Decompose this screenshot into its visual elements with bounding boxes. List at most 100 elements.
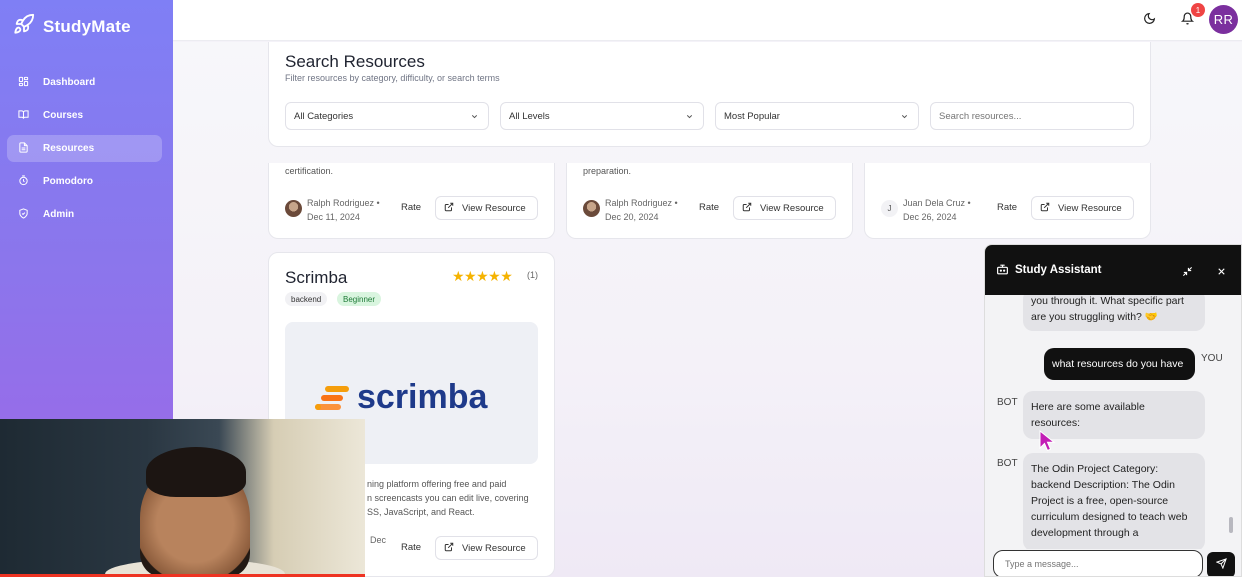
send-button[interactable] bbox=[1207, 552, 1235, 576]
page-title: Search Resources bbox=[285, 52, 425, 71]
external-link-icon bbox=[742, 202, 752, 215]
message-line: resources: bbox=[1031, 417, 1081, 429]
send-icon bbox=[1215, 556, 1227, 574]
search-card: Search Resources Filter resources by cat… bbox=[268, 42, 1151, 147]
author-avatar bbox=[285, 200, 302, 217]
mouse-cursor-icon bbox=[1039, 429, 1057, 457]
message-line: are you struggling with? 🤝 bbox=[1031, 311, 1158, 323]
view-resource-button[interactable]: View Resource bbox=[1031, 196, 1134, 220]
external-link-icon bbox=[444, 542, 454, 555]
search-input[interactable] bbox=[930, 102, 1134, 130]
description-line: n screencasts you can edit live, coverin… bbox=[367, 493, 529, 503]
rocket-icon bbox=[13, 13, 35, 40]
resource-author: Ralph Rodriguez • Dec 11, 2024 bbox=[307, 196, 380, 224]
view-resource-button[interactable]: View Resource bbox=[435, 536, 538, 560]
notification-badge: 1 bbox=[1191, 3, 1205, 17]
scrimba-logo-text: scrimba bbox=[357, 378, 488, 416]
view-resource-label: View Resource bbox=[1058, 202, 1122, 214]
level-select[interactable]: All Levels bbox=[500, 102, 704, 130]
close-icon[interactable] bbox=[1216, 264, 1227, 282]
bot-message: you through it. What specific part are y… bbox=[1023, 295, 1205, 331]
resource-date: Dec 26, 2024 bbox=[903, 212, 957, 222]
chevron-down-icon bbox=[470, 112, 479, 124]
sidebar-item-label: Courses bbox=[43, 110, 84, 121]
sidebar-item-courses[interactable]: Courses bbox=[7, 102, 162, 129]
message-line: Project is a free, open-source bbox=[1031, 495, 1169, 507]
resource-card: J Juan Dela Cruz • Dec 26, 2024 Rate Vie… bbox=[864, 163, 1151, 239]
message-line: The Odin Project Category: bbox=[1031, 463, 1159, 475]
author-avatar: J bbox=[881, 200, 898, 217]
rate-button[interactable]: Rate bbox=[997, 202, 1017, 213]
chat-header: Study Assistant bbox=[985, 245, 1241, 295]
resource-author: Juan Dela Cruz • Dec 26, 2024 bbox=[903, 196, 971, 224]
rate-button[interactable]: Rate bbox=[401, 202, 421, 213]
resource-description: preparation. bbox=[583, 166, 632, 176]
author-avatar bbox=[583, 200, 600, 217]
author-name: Ralph Rodriguez • bbox=[307, 198, 380, 208]
category-tag: backend bbox=[285, 292, 328, 306]
view-resource-button[interactable]: View Resource bbox=[733, 196, 836, 220]
webcam-person-hair bbox=[146, 447, 246, 497]
sidebar-item-label: Dashboard bbox=[43, 77, 96, 88]
resource-card: certification. Ralph Rodriguez • Dec 11,… bbox=[268, 163, 555, 239]
study-assistant-chat: Study Assistant you through it. What spe… bbox=[984, 244, 1242, 577]
author-name: Ralph Rodriguez • bbox=[605, 198, 678, 208]
resource-card: preparation. Ralph Rodriguez • Dec 20, 2… bbox=[566, 163, 853, 239]
chat-message-input[interactable] bbox=[993, 550, 1203, 576]
author-name: Juan Dela Cruz • bbox=[903, 198, 971, 208]
view-resource-label: View Resource bbox=[760, 202, 824, 214]
sidebar-item-resources[interactable]: Resources bbox=[7, 135, 162, 162]
resource-date: Dec 20, 2024 bbox=[605, 212, 659, 222]
bot-icon bbox=[996, 263, 1009, 281]
shield-icon bbox=[18, 207, 29, 222]
webcam-overlay bbox=[0, 419, 365, 577]
bot-label: BOT bbox=[997, 458, 1018, 469]
chat-title: Study Assistant bbox=[1015, 264, 1102, 276]
sort-select[interactable]: Most Popular bbox=[715, 102, 919, 130]
resource-description: ning platform offering free and paid n s… bbox=[367, 477, 539, 519]
timer-icon bbox=[18, 174, 29, 189]
description-line: SS, JavaScript, and React. bbox=[367, 507, 475, 517]
message-line: you through it. What specific part bbox=[1031, 295, 1184, 307]
level-tag: Beginner bbox=[337, 292, 382, 306]
resource-date: Dec bbox=[370, 535, 387, 545]
document-icon bbox=[18, 141, 29, 156]
view-resource-button[interactable]: View Resource bbox=[435, 196, 538, 220]
moon-icon[interactable] bbox=[1143, 12, 1156, 30]
sidebar-item-dashboard[interactable]: Dashboard bbox=[7, 69, 162, 96]
view-resource-label: View Resource bbox=[462, 202, 526, 214]
bot-message: The Odin Project Category: backend Descr… bbox=[1023, 453, 1205, 549]
rate-button[interactable]: Rate bbox=[699, 202, 719, 213]
page-subtitle: Filter resources by category, difficulty… bbox=[285, 73, 500, 83]
chevron-down-icon bbox=[900, 112, 909, 124]
category-select[interactable]: All Categories bbox=[285, 102, 489, 130]
sidebar-nav: Dashboard Courses Resources Pomodoro Adm… bbox=[7, 69, 162, 234]
resource-description: certification. bbox=[285, 166, 334, 176]
message-line: what resources do you have bbox=[1052, 358, 1184, 370]
avatar[interactable]: RR bbox=[1209, 5, 1238, 34]
sidebar-item-pomodoro[interactable]: Pomodoro bbox=[7, 168, 162, 195]
minimize-icon[interactable] bbox=[1182, 264, 1193, 282]
top-bar bbox=[173, 0, 1242, 41]
chat-scrollbar[interactable] bbox=[1229, 517, 1233, 533]
category-select-value: All Categories bbox=[294, 110, 354, 122]
external-link-icon bbox=[1040, 202, 1050, 215]
user-label: YOU bbox=[1201, 353, 1223, 364]
app-name: StudyMate bbox=[43, 16, 131, 36]
book-icon bbox=[18, 109, 29, 123]
sidebar-item-label: Admin bbox=[43, 209, 75, 220]
user-message: what resources do you have bbox=[1044, 348, 1195, 380]
description-line: ning platform offering free and paid bbox=[367, 479, 507, 489]
sidebar-item-admin[interactable]: Admin bbox=[7, 201, 162, 228]
star-rating[interactable]: ★★★★★ bbox=[452, 268, 513, 285]
level-select-value: All Levels bbox=[509, 110, 550, 122]
message-line: curriculum designed to teach web bbox=[1031, 511, 1188, 523]
chat-messages: you through it. What specific part are y… bbox=[985, 295, 1241, 549]
brand[interactable]: StudyMate bbox=[13, 13, 131, 40]
view-resource-label: View Resource bbox=[462, 542, 526, 554]
dashboard-icon bbox=[18, 76, 29, 90]
rate-button[interactable]: Rate bbox=[401, 542, 421, 553]
sidebar-item-label: Pomodoro bbox=[43, 176, 93, 187]
message-line: backend Description: The Odin bbox=[1031, 479, 1175, 491]
message-line: development through a bbox=[1031, 527, 1139, 539]
